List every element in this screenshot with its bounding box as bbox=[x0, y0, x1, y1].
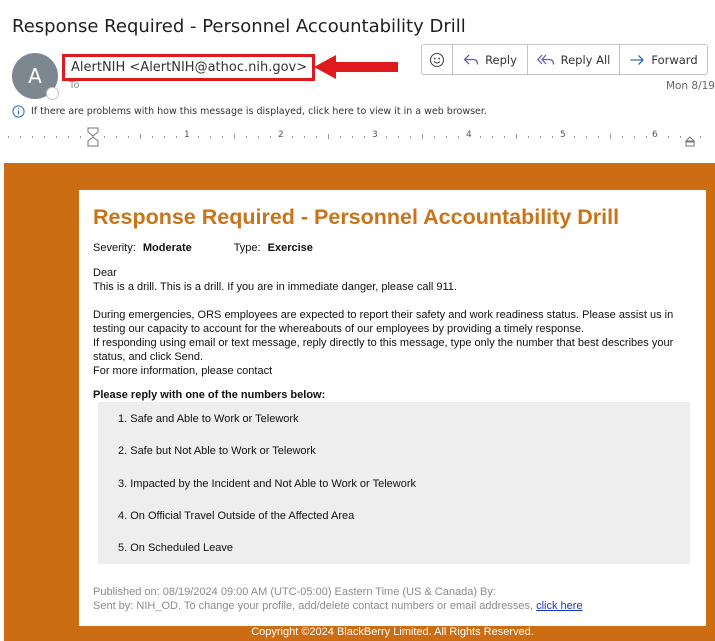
emoji-reaction-button[interactable] bbox=[422, 45, 453, 74]
reply-label: Reply bbox=[485, 52, 517, 67]
reply-option: 4. On Official Travel Outside of the Aff… bbox=[118, 510, 355, 522]
severity-label: Severity: bbox=[93, 242, 136, 254]
smiley-icon bbox=[429, 52, 445, 67]
reply-instructions-title: Please reply with one of the numbers bel… bbox=[93, 389, 326, 401]
ruler-number: 5 bbox=[560, 130, 566, 140]
body-paragraph: During emergencies, ORS employees are ex… bbox=[93, 309, 674, 335]
email-body: Dear This is a drill. This is a drill. I… bbox=[93, 266, 698, 378]
ruler-number: 6 bbox=[652, 130, 658, 140]
type-label: Type: bbox=[233, 242, 261, 254]
sent-by-text: Sent by: NIH_OD. To change your profile,… bbox=[93, 600, 534, 612]
reply-option: 5. On Scheduled Leave bbox=[118, 542, 233, 554]
display-info-bar[interactable]: If there are problems with how this mess… bbox=[12, 105, 487, 118]
ruler-number: 2 bbox=[278, 130, 284, 140]
forward-label: Forward bbox=[651, 52, 698, 67]
ruler-ticks bbox=[8, 127, 701, 147]
reply-option: 1. Safe and Able to Work or Telework bbox=[118, 413, 299, 425]
presence-status-icon bbox=[46, 87, 59, 100]
info-icon bbox=[12, 105, 25, 118]
message-toolbar: Reply Reply All Forward bbox=[421, 44, 708, 75]
message-subject: Response Required - Personnel Accountabi… bbox=[12, 16, 466, 37]
sender-highlight-box: AlertNIH <AlertNIH@athoc.nih.gov> bbox=[62, 54, 315, 81]
reply-option: 3. Impacted by the Incident and Not Able… bbox=[118, 478, 416, 490]
copyright-text: Copyright ©2024 BlackBerry Limited. All … bbox=[251, 626, 534, 638]
avatar-initial: A bbox=[28, 64, 42, 88]
ruler-number: 4 bbox=[466, 130, 472, 140]
forward-button[interactable]: Forward bbox=[620, 45, 707, 74]
ruler-number: 1 bbox=[184, 130, 190, 140]
reply-all-icon bbox=[536, 54, 554, 65]
drill-notice: This is a drill. This is a drill. If you… bbox=[93, 281, 457, 293]
greeting: Dear bbox=[93, 267, 117, 279]
ruler: 1 2 3 4 5 6 bbox=[0, 127, 715, 147]
body-paragraph: If responding using email or text messag… bbox=[93, 337, 674, 363]
email-footer: Published on: 08/19/2024 09:00 AM (UTC-0… bbox=[93, 585, 698, 613]
severity-value: Moderate bbox=[142, 242, 192, 254]
body-paragraph: For more information, please contact bbox=[93, 365, 273, 377]
forward-icon bbox=[630, 54, 645, 65]
reply-option: 2. Safe but Not Able to Work or Telework bbox=[118, 445, 316, 457]
click-here-link[interactable]: click here bbox=[536, 600, 582, 612]
reply-icon bbox=[463, 54, 479, 65]
alert-headline: Response Required - Personnel Accountabi… bbox=[93, 205, 620, 229]
info-bar-text: If there are problems with how this mess… bbox=[31, 106, 487, 117]
ruler-number: 3 bbox=[372, 130, 378, 140]
type-value: Exercise bbox=[267, 242, 313, 254]
annotation-arrow-icon bbox=[314, 55, 398, 79]
sent-by-line: Sent by: NIH_OD. To change your profile,… bbox=[93, 599, 698, 613]
message-date: Mon 8/19 bbox=[665, 80, 715, 92]
reply-all-button[interactable]: Reply All bbox=[528, 45, 620, 74]
reply-all-label: Reply All bbox=[560, 52, 611, 67]
published-line: Published on: 08/19/2024 09:00 AM (UTC-0… bbox=[93, 586, 496, 598]
alert-meta: Severity: Moderate Type: Exercise bbox=[93, 242, 313, 254]
reply-button[interactable]: Reply bbox=[453, 45, 528, 74]
sender-address[interactable]: AlertNIH <AlertNIH@athoc.nih.gov> bbox=[71, 60, 307, 75]
to-label: To bbox=[69, 80, 80, 91]
